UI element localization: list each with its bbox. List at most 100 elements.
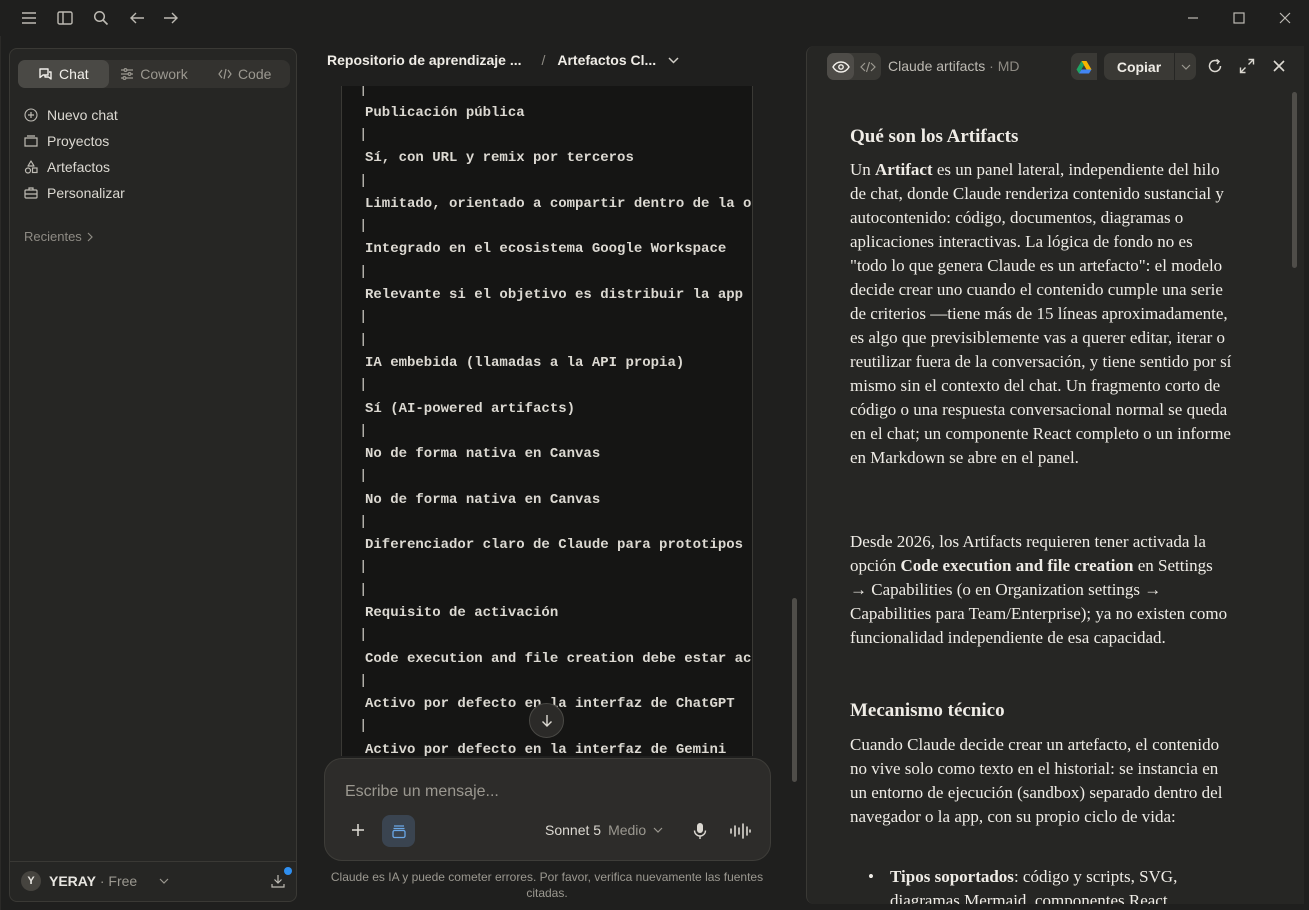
table-pipe: | [359, 559, 368, 575]
google-drive-icon [1076, 60, 1092, 74]
title-bar [0, 0, 1309, 36]
table-pipe: | [359, 377, 368, 393]
table-pipe: | [359, 423, 368, 439]
artifact-panel: Claude artifacts · MD Copiar Qué son los… [806, 46, 1304, 904]
code-line: No de forma nativa en Canvas [365, 492, 601, 508]
code-line: Limitado, orientado a compartir dentro d… [365, 196, 752, 212]
plan-separator: · [95, 873, 109, 889]
message-input[interactable] [345, 781, 745, 803]
code-line: Publicación pública [365, 105, 525, 121]
user-name: YERAY [49, 873, 96, 889]
artifact-title-separator: · [985, 58, 998, 74]
expand-icon[interactable] [1238, 57, 1256, 75]
breadcrumb-chat-title[interactable]: Artefactos Cl... [557, 52, 656, 68]
plus-icon[interactable] [347, 819, 369, 841]
artifact-title: Claude artifacts · MD [888, 58, 1020, 74]
download-icon[interactable] [269, 872, 287, 890]
mode-tab-label: Chat [59, 66, 89, 82]
close-window-icon[interactable] [1274, 8, 1296, 28]
list-item: Tipos soportados: código y scripts, SVG,… [850, 865, 1232, 904]
sidebar-item-artifacts[interactable]: Artefactos [24, 154, 125, 180]
sidebar-item-customize[interactable]: Personalizar [24, 180, 125, 206]
copy-button[interactable]: Copiar [1104, 53, 1174, 80]
tool-stack-icon[interactable] [382, 815, 415, 847]
breadcrumb-separator: / [541, 52, 546, 68]
table-pipe: | [359, 468, 368, 484]
code-line: Integrado en el ecosistema Google Worksp… [365, 241, 727, 257]
arrow-down-icon [541, 714, 553, 728]
forward-arrow-icon[interactable] [160, 8, 182, 28]
code-block: | Publicación pública | Sí, con URL y re… [341, 86, 753, 756]
table-pipe: | [359, 673, 368, 689]
search-icon[interactable] [90, 8, 112, 28]
voice-mode-icon[interactable] [728, 821, 752, 841]
chevron-down-icon [1181, 64, 1191, 70]
chevron-down-icon [159, 878, 169, 884]
window-edge [0, 36, 1, 910]
preview-toggle-button[interactable] [827, 53, 854, 80]
section-heading: Mecanismo técnico [850, 700, 1005, 721]
message-composer: Sonnet 5 Medio [324, 758, 771, 861]
model-effort: Medio [608, 822, 647, 838]
user-plan: Free [108, 873, 138, 889]
code-line: Requisito de activación [365, 605, 559, 621]
mode-tab-chat[interactable]: Chat [18, 60, 109, 88]
briefcase-icon [24, 186, 38, 200]
shapes-icon [24, 160, 38, 174]
avatar: Y [21, 871, 41, 891]
scroll-to-bottom-button[interactable] [529, 703, 564, 738]
chat-scrollbar-thumb[interactable] [792, 598, 797, 782]
artifact-scrollbar-thumb[interactable] [1292, 92, 1297, 268]
table-pipe: | [359, 127, 368, 143]
code-line: Sí, con URL y remix por terceros [365, 150, 634, 166]
mode-tab-label: Code [237, 66, 272, 82]
view-toggle [827, 53, 881, 80]
code-line: Code execution and file creation debe es… [365, 651, 753, 667]
code-brackets-icon [218, 68, 232, 80]
recents-header[interactable]: Recientes [24, 229, 94, 244]
table-pipe: | [359, 309, 368, 325]
user-menu[interactable]: Y YERAY · Free [21, 871, 169, 891]
disclaimer: Claude es IA y puede cometer errores. Po… [330, 870, 764, 900]
table-pipe: | [359, 332, 368, 348]
menu-icon[interactable] [18, 8, 40, 28]
table-pipe: | [359, 86, 368, 98]
sidebar-item-projects[interactable]: Proyectos [24, 128, 125, 154]
code-line: No de forma nativa en Canvas [365, 446, 601, 462]
plus-circle-icon [24, 108, 38, 122]
sliders-icon [120, 68, 134, 80]
copy-options-button[interactable] [1175, 53, 1196, 80]
chevron-right-icon [86, 232, 94, 242]
minimize-icon[interactable] [1182, 8, 1204, 28]
google-drive-button[interactable] [1071, 53, 1097, 80]
table-pipe: | [359, 582, 368, 598]
table-pipe: | [359, 173, 368, 189]
sidebar-item-label: Proyectos [47, 133, 110, 149]
refresh-icon[interactable] [1206, 57, 1224, 75]
chat-bubbles-icon [38, 67, 53, 81]
microphone-icon[interactable] [691, 821, 709, 841]
model-selector[interactable]: Sonnet 5 Medio [545, 822, 663, 838]
breadcrumb-project[interactable]: Repositorio de aprendizaje ... [327, 52, 521, 68]
eye-icon [831, 60, 850, 73]
mode-tab-code[interactable]: Code [199, 60, 290, 88]
sidebar-item-new-chat[interactable]: Nuevo chat [24, 102, 125, 128]
bullet-list: Tipos soportados: código y scripts, SVG,… [850, 865, 1232, 904]
mode-tab-cowork[interactable]: Cowork [109, 60, 200, 88]
code-line: Diferenciador claro de Claude para proto… [365, 537, 744, 553]
sidebar-toggle-icon[interactable] [54, 8, 76, 28]
code-toggle-button[interactable] [854, 53, 881, 80]
back-arrow-icon[interactable] [126, 8, 148, 28]
mode-tab-label: Cowork [140, 66, 188, 82]
close-icon[interactable] [1270, 57, 1288, 75]
code-line: Activo por defecto en la interfaz de Gem… [365, 742, 727, 756]
breadcrumb: Repositorio de aprendizaje ... / Artefac… [327, 50, 679, 70]
artifact-extension: MD [997, 58, 1020, 74]
artifact-title-text: Claude artifacts [888, 58, 986, 74]
chevron-down-icon[interactable] [668, 56, 679, 64]
table-pipe: | [359, 718, 368, 734]
model-name: Sonnet 5 [545, 822, 602, 838]
maximize-icon[interactable] [1228, 8, 1250, 28]
table-pipe: | [359, 514, 368, 530]
code-line: Relevante si el objetivo es distribuir l… [365, 287, 753, 303]
